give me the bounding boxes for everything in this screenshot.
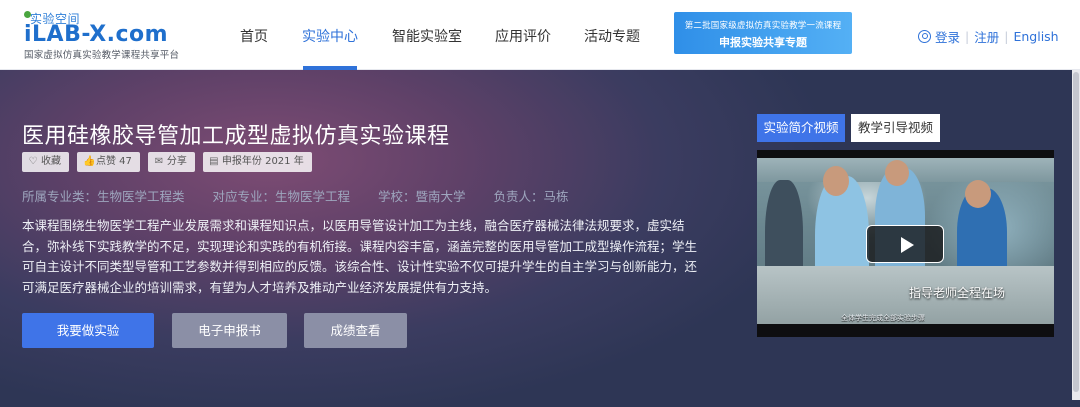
promo-line-2: 申报实验共享专题 (719, 36, 807, 49)
share-icon: ✉ (154, 156, 164, 167)
favorite-label: 收藏 (41, 156, 61, 167)
video-person-head (885, 160, 909, 186)
meta-school: 学校：暨南大学 (378, 189, 466, 204)
calendar-icon: ▤ (209, 156, 219, 167)
meta-owner: 负责人：马栋 (493, 189, 569, 204)
scrollbar-thumb[interactable] (1073, 72, 1079, 392)
year-tag: ▤ 申报年份 2021 年 (202, 152, 312, 172)
tab-guide-video[interactable]: 教学引导视频 (851, 114, 940, 142)
video-person-head (965, 180, 991, 208)
nav-item-topics[interactable]: 活动专题 (584, 26, 640, 46)
user-links: 登录 | 注册 | English (918, 27, 1059, 46)
thumbs-up-icon: 👍 (83, 156, 96, 167)
divider: | (1004, 29, 1009, 44)
course-description: 本课程围绕生物医学工程产业发展需求和课程知识点，以医用导管设计加工为主线，融合医… (22, 218, 698, 295)
course-title: 医用硅橡胶导管加工成型虚拟仿真实验课程 (22, 124, 450, 149)
year-label: 申报年份 2021 年 (221, 156, 304, 167)
meta-major: 所属专业类：生物医学工程类 (22, 189, 185, 204)
nav-item-evaluation[interactable]: 应用评价 (495, 26, 551, 46)
promo-line-1: 第二批国家级虚拟仿真实验教学一流课程 (684, 21, 842, 31)
start-experiment-button[interactable]: 我要做实验 (22, 313, 154, 348)
register-link[interactable]: 注册 (974, 27, 999, 46)
e-report-button[interactable]: 电子申报书 (172, 313, 287, 348)
course-meta: 所属专业类：生物医学工程类 对应专业：生物医学工程 学校：暨南大学 负责人：马栋 (22, 186, 597, 205)
divider: | (965, 29, 970, 44)
view-score-button[interactable]: 成绩查看 (304, 313, 407, 348)
promo-banner[interactable]: 第二批国家级虚拟仿真实验教学一流课程 申报实验共享专题 (674, 12, 852, 54)
share-label: 分享 (166, 156, 187, 167)
video-caption: 指导老师全程在场 (909, 286, 1006, 300)
nav-item-smart-lab[interactable]: 智能实验室 (392, 26, 462, 46)
play-icon (901, 237, 914, 253)
language-link[interactable]: English (1013, 29, 1058, 44)
meta-related-major: 对应专业：生物医学工程 (212, 189, 351, 204)
video-person-head (823, 166, 849, 196)
like-tag[interactable]: 👍点赞 47 (77, 152, 140, 172)
site-header: 实验空间 iLAB-X.com 国家虚拟仿真实验教学课程共享平台 首页 实验中心… (0, 0, 1080, 70)
favorite-tag[interactable]: ♡ 收藏 (22, 152, 69, 172)
tab-intro-video[interactable]: 实验简介视频 (757, 114, 845, 142)
logo-main-text: iLAB-X.com (24, 22, 169, 47)
logo-subtitle: 国家虚拟仿真实验教学课程共享平台 (24, 50, 180, 61)
share-tag[interactable]: ✉ 分享 (147, 152, 195, 172)
video-player[interactable]: 指导老师全程在场 全体学生完成全部实验步骤 (757, 150, 1054, 337)
like-label: 点赞 47 (96, 156, 132, 167)
user-icon (918, 30, 931, 43)
course-tags: ♡ 收藏 👍点赞 47 ✉ 分享 ▤ 申报年份 2021 年 (22, 152, 320, 172)
play-button[interactable] (866, 225, 944, 263)
nav-item-lab-center[interactable]: 实验中心 (302, 26, 358, 46)
login-link[interactable]: 登录 (935, 27, 960, 46)
site-logo[interactable]: 实验空间 iLAB-X.com 国家虚拟仿真实验教学课程共享平台 (22, 8, 202, 62)
nav-item-home[interactable]: 首页 (240, 26, 268, 46)
heart-icon: ♡ (28, 156, 38, 167)
video-subcaption: 全体学生完成全部实验步骤 (841, 314, 925, 322)
